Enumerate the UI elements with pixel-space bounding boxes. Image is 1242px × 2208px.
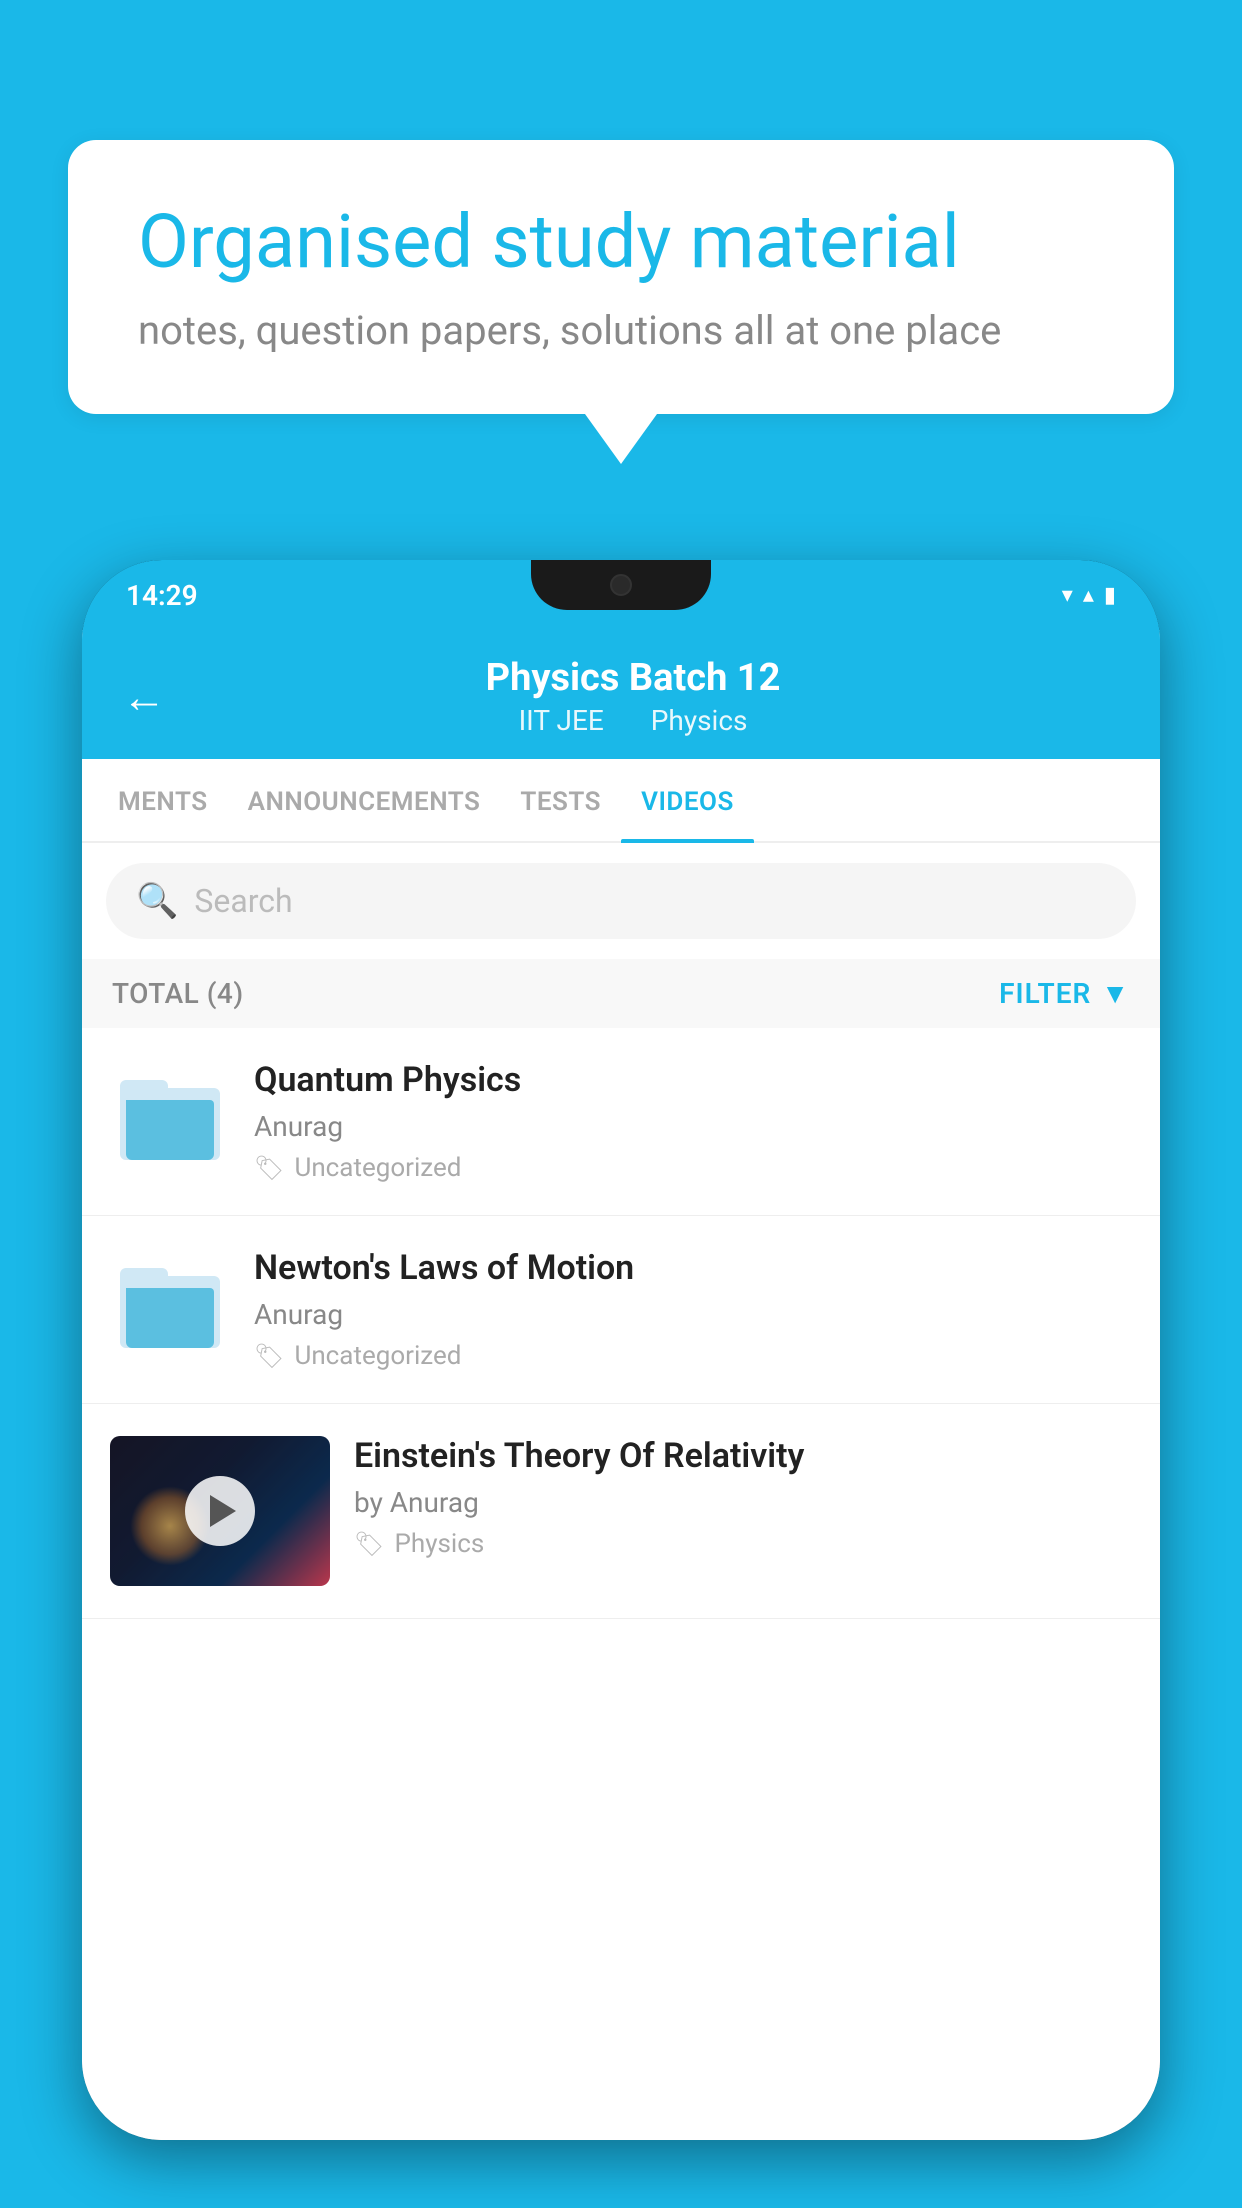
folder-tab	[120, 1268, 168, 1286]
status-bar: 14:29 ▾ ▴ ▮	[82, 560, 1160, 630]
video-tag-3: Physics	[394, 1529, 484, 1559]
search-placeholder: Search	[194, 882, 292, 920]
status-time: 14:29	[126, 579, 198, 612]
tag-icon-1: 🏷	[254, 1154, 284, 1182]
speech-bubble: Organised study material notes, question…	[68, 140, 1174, 414]
wifi-icon: ▾	[1062, 583, 1073, 608]
video-tag-1: Uncategorized	[294, 1153, 461, 1183]
search-icon: 🔍	[136, 881, 178, 921]
play-button-3[interactable]	[185, 1476, 255, 1546]
phone-notch	[531, 560, 711, 610]
video-tag-2: Uncategorized	[294, 1341, 461, 1371]
list-item[interactable]: Newton's Laws of Motion Anurag 🏷 Uncateg…	[82, 1216, 1160, 1404]
video-tag-row-2: 🏷 Uncategorized	[254, 1341, 1132, 1371]
speech-bubble-title: Organised study material	[138, 200, 1104, 285]
video-author-2: Anurag	[254, 1298, 1132, 1331]
tag-icon-3: 🏷	[354, 1530, 384, 1558]
video-thumbnail-3	[110, 1436, 330, 1586]
video-list: Quantum Physics Anurag 🏷 Uncategorized	[82, 1028, 1160, 2140]
speech-bubble-arrow	[585, 414, 657, 464]
search-bar-wrapper: 🔍 Search	[82, 843, 1160, 959]
tabs-bar: MENTS ANNOUNCEMENTS TESTS VIDEOS	[82, 759, 1160, 843]
status-icons: ▾ ▴ ▮	[1062, 583, 1116, 608]
filter-label: FILTER	[999, 977, 1091, 1010]
video-title-2: Newton's Laws of Motion	[254, 1248, 1132, 1288]
list-item[interactable]: Einstein's Theory Of Relativity by Anura…	[82, 1404, 1160, 1619]
video-title-1: Quantum Physics	[254, 1060, 1132, 1100]
video-info-3: Einstein's Theory Of Relativity by Anura…	[354, 1436, 1132, 1559]
app-header: ← Physics Batch 12 IIT JEE Physics	[82, 630, 1160, 759]
tag-icon-2: 🏷	[254, 1342, 284, 1370]
tab-ments[interactable]: MENTS	[98, 759, 228, 841]
phone-camera	[610, 574, 632, 596]
folder-tab	[120, 1080, 168, 1098]
header-subtitle: IIT JEE Physics	[190, 704, 1076, 737]
thumbnail-overlay	[110, 1436, 330, 1586]
video-info-2: Newton's Laws of Motion Anurag 🏷 Uncateg…	[254, 1248, 1132, 1371]
folder-icon-1	[120, 1080, 220, 1160]
header-subtitle-part1: IIT JEE	[519, 704, 604, 737]
speech-bubble-subtitle: notes, question papers, solutions all at…	[138, 307, 1104, 354]
folder-icon-2	[120, 1268, 220, 1348]
list-item[interactable]: Quantum Physics Anurag 🏷 Uncategorized	[82, 1028, 1160, 1216]
video-author-1: Anurag	[254, 1110, 1132, 1143]
speech-bubble-wrapper: Organised study material notes, question…	[68, 140, 1174, 464]
header-title: Physics Batch 12	[190, 656, 1076, 700]
folder-thumbnail-2	[110, 1248, 230, 1368]
video-author-3: by Anurag	[354, 1486, 1132, 1519]
video-tag-row-1: 🏷 Uncategorized	[254, 1153, 1132, 1183]
filter-button[interactable]: FILTER ▼	[999, 977, 1130, 1010]
header-title-block: Physics Batch 12 IIT JEE Physics	[190, 656, 1120, 737]
search-bar[interactable]: 🔍 Search	[106, 863, 1136, 939]
header-subtitle-part2: Physics	[651, 704, 748, 737]
filter-icon: ▼	[1101, 977, 1130, 1010]
filter-row: TOTAL (4) FILTER ▼	[82, 959, 1160, 1028]
video-title-3: Einstein's Theory Of Relativity	[354, 1436, 1132, 1476]
folder-thumbnail-1	[110, 1060, 230, 1180]
phone-frame: 14:29 ▾ ▴ ▮ ← Physics Batch 12 IIT JEE P…	[82, 560, 1160, 2140]
folder-front	[126, 1288, 214, 1348]
app-content: ← Physics Batch 12 IIT JEE Physics MENTS…	[82, 630, 1160, 2140]
tab-videos[interactable]: VIDEOS	[621, 759, 754, 841]
signal-icon: ▴	[1083, 583, 1094, 608]
video-info-1: Quantum Physics Anurag 🏷 Uncategorized	[254, 1060, 1132, 1183]
total-count: TOTAL (4)	[112, 977, 244, 1010]
tab-tests[interactable]: TESTS	[500, 759, 621, 841]
tab-announcements[interactable]: ANNOUNCEMENTS	[228, 759, 501, 841]
back-button[interactable]: ←	[122, 675, 166, 719]
video-tag-row-3: 🏷 Physics	[354, 1529, 1132, 1559]
folder-front	[126, 1100, 214, 1160]
play-triangle-icon	[210, 1495, 236, 1527]
battery-icon: ▮	[1104, 583, 1116, 608]
